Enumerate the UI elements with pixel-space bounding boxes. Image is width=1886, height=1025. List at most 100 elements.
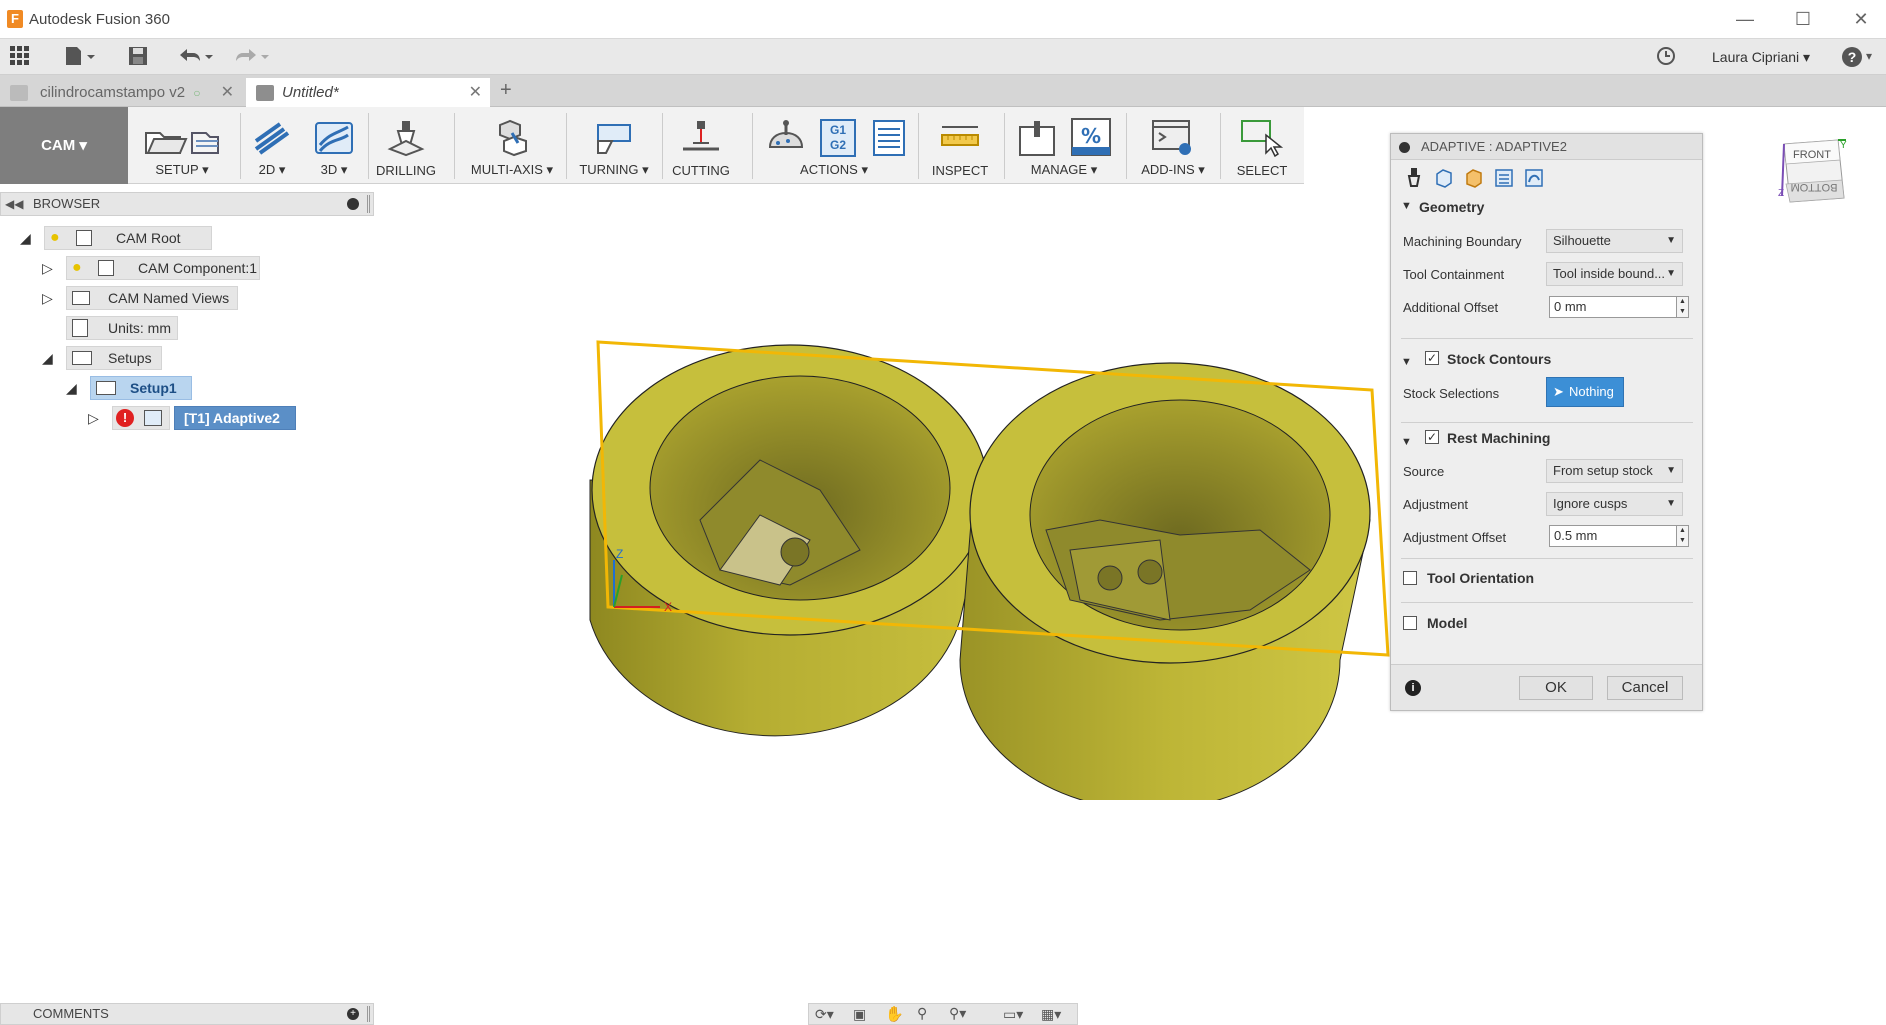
adjustment-offset-input[interactable]: 0.5 mm ▲ ▼ [1549,525,1689,547]
visibility-bulb-icon[interactable]: ● [50,226,60,250]
3d-milling-icon [315,122,353,154]
additional-offset-input[interactable]: 0 mm ▲ ▼ [1549,296,1689,318]
spinner-arrows-icon[interactable]: ▲ ▼ [1676,297,1688,317]
adjustment-select[interactable]: Ignore cusps ▼ [1546,492,1683,516]
fusion-logo-icon: F [7,10,23,28]
ribbon-label-inspect: INSPECT [931,163,989,178]
close-tab-icon[interactable]: ✕ [221,78,234,107]
job-status-clock-icon[interactable] [1654,45,1678,69]
rest-machining-checkbox[interactable]: ✓ [1425,430,1439,444]
save-icon[interactable] [126,45,150,69]
data-panel-grid-icon[interactable] [8,45,32,69]
error-icon: ! [116,409,134,427]
user-account-menu[interactable]: Laura Cipriani ▾ [1712,49,1810,66]
tool-orientation-checkbox[interactable] [1403,571,1417,585]
ribbon-group-setup[interactable]: SETUP ▾ [132,107,232,184]
minimize-button[interactable]: — [1716,0,1774,39]
expand-triangle-icon[interactable]: ◢ [42,346,53,370]
ribbon-group-2d[interactable]: 2D ▾ [244,107,300,184]
tab-cilindrocamstampo[interactable]: cilindrocamstampo v2 ○ ✕ [4,78,242,107]
grid-settings-icon[interactable]: ▦▾ [1041,1006,1061,1023]
workspace-switcher[interactable]: CAM ▾ [0,107,128,184]
ribbon-separator [1126,113,1127,179]
tree-item-setup1[interactable]: ◢ Setup1 [64,376,364,400]
view-cube[interactable]: FRONT BOTTOM Y Z [1778,138,1848,226]
undo-icon[interactable] [176,45,216,69]
browser-header: ◀◀ BROWSER [0,192,374,216]
right-cylinder-body [959,362,1371,800]
select-cursor-icon [1241,120,1284,157]
tab-linking-icon[interactable] [1521,168,1547,194]
expand-triangle-icon[interactable]: ▷ [42,286,53,310]
tree-item-named-views[interactable]: ▷ CAM Named Views [40,286,340,310]
tree-item-adaptive2[interactable]: ▷ ! [T1] Adaptive2 [88,406,388,430]
section-collapse-arrow-icon[interactable]: ▼ [1401,356,1412,368]
tab-untitled[interactable]: Untitled* ✕ [246,78,490,107]
section-collapse-arrow-icon[interactable]: ▼ [1401,200,1412,212]
collapse-browser-icon[interactable]: ◀◀ [5,193,23,215]
document-settings-icon [72,319,88,337]
ribbon-group-turning[interactable]: TURNING ▾ [570,107,658,184]
ribbon-group-actions[interactable]: G1 G2 ACTIONS ▾ [756,107,912,184]
redo-icon[interactable] [232,45,272,69]
orbit-icon[interactable]: ⟳▾ [815,1006,834,1023]
ribbon-group-manage[interactable]: % MANAGE ▾ [1008,107,1120,184]
navigation-bar: ⟳▾ ▣ ✋ ⚲ ⚲▾ ▭▾ ▦▾ [808,1003,1078,1025]
ribbon-label-multi-axis: MULTI-AXIS [470,162,543,177]
close-tab-icon[interactable]: ✕ [469,78,482,107]
tab-label: Untitled* [282,84,339,101]
collapse-dialog-icon[interactable] [1399,142,1410,153]
info-icon[interactable]: i [1405,680,1421,696]
tree-item-units[interactable]: Units: mm [40,316,340,340]
ribbon-group-select[interactable]: SELECT [1224,107,1300,184]
stock-selections-button[interactable]: ➤ Nothing [1546,377,1624,407]
cancel-button[interactable]: Cancel [1607,676,1683,700]
ok-button[interactable]: OK [1519,676,1593,700]
display-settings-icon[interactable]: ▭▾ [1003,1006,1023,1023]
source-select[interactable]: From setup stock ▼ [1546,459,1683,483]
file-menu-icon[interactable] [62,45,98,69]
spinner-arrows-icon[interactable]: ▲ ▼ [1676,526,1688,546]
new-tab-plus-icon[interactable]: + [500,79,512,102]
ribbon-group-cutting[interactable]: CUTTING [666,107,736,184]
tree-item-cam-component[interactable]: ▷ ● CAM Component:1 [40,256,340,280]
expand-triangle-icon[interactable]: ◢ [20,226,31,250]
look-at-icon[interactable]: ▣ [853,1006,866,1023]
tab-tool-icon[interactable] [1401,168,1427,194]
ribbon-group-inspect[interactable]: INSPECT [922,107,998,184]
fit-zoom-icon[interactable]: ⚲▾ [949,1005,966,1022]
tab-geometry-icon[interactable] [1431,168,1457,194]
expand-triangle-icon[interactable]: ◢ [66,376,77,400]
ribbon-group-drilling[interactable]: DRILLING [372,107,440,184]
machining-boundary-select[interactable]: Silhouette ▼ [1546,229,1683,253]
model-viewport[interactable]: Z X [560,320,1400,800]
ribbon-separator [752,113,753,179]
tool-containment-select[interactable]: Tool inside bound... ▼ [1546,262,1683,286]
zoom-icon[interactable]: ⚲ [917,1005,927,1022]
model-checkbox[interactable] [1403,616,1417,630]
tree-item-setups[interactable]: ◢ Setups [40,346,340,370]
tab-heights-icon[interactable] [1461,168,1487,194]
tab-passes-icon[interactable] [1491,168,1517,194]
ribbon-group-add-ins[interactable]: ADD-INS ▾ [1130,107,1216,184]
close-window-button[interactable]: ✕ [1832,0,1886,39]
visibility-bulb-icon[interactable]: ● [72,256,82,280]
stock-contours-checkbox[interactable]: ✓ [1425,351,1439,365]
selection-cursor-icon: ➤ [1553,384,1564,399]
expand-triangle-icon[interactable]: ▷ [88,406,99,430]
section-collapse-arrow-icon[interactable]: ▼ [1401,436,1412,448]
pan-hand-icon[interactable]: ✋ [885,1005,904,1023]
browser-options-icon[interactable] [347,198,359,210]
expand-triangle-icon[interactable]: ▷ [42,256,53,280]
ribbon-label-turning: TURNING [579,162,639,177]
maximize-button[interactable]: ☐ [1774,0,1832,39]
browser-grip-icon[interactable] [367,195,370,213]
comments-grip-icon[interactable] [367,1006,370,1022]
ribbon-group-multi-axis[interactable]: MULTI-AXIS ▾ [462,107,562,184]
tree-item-cam-root[interactable]: ◢ ● CAM Root [20,226,320,250]
tree-label: Units: mm [108,320,171,336]
help-icon[interactable]: ? [1842,47,1862,67]
ribbon-group-3d[interactable]: 3D ▾ [304,107,364,184]
add-comment-icon[interactable]: + [347,1008,359,1020]
help-dropdown-arrow[interactable]: ▾ [1866,49,1872,63]
